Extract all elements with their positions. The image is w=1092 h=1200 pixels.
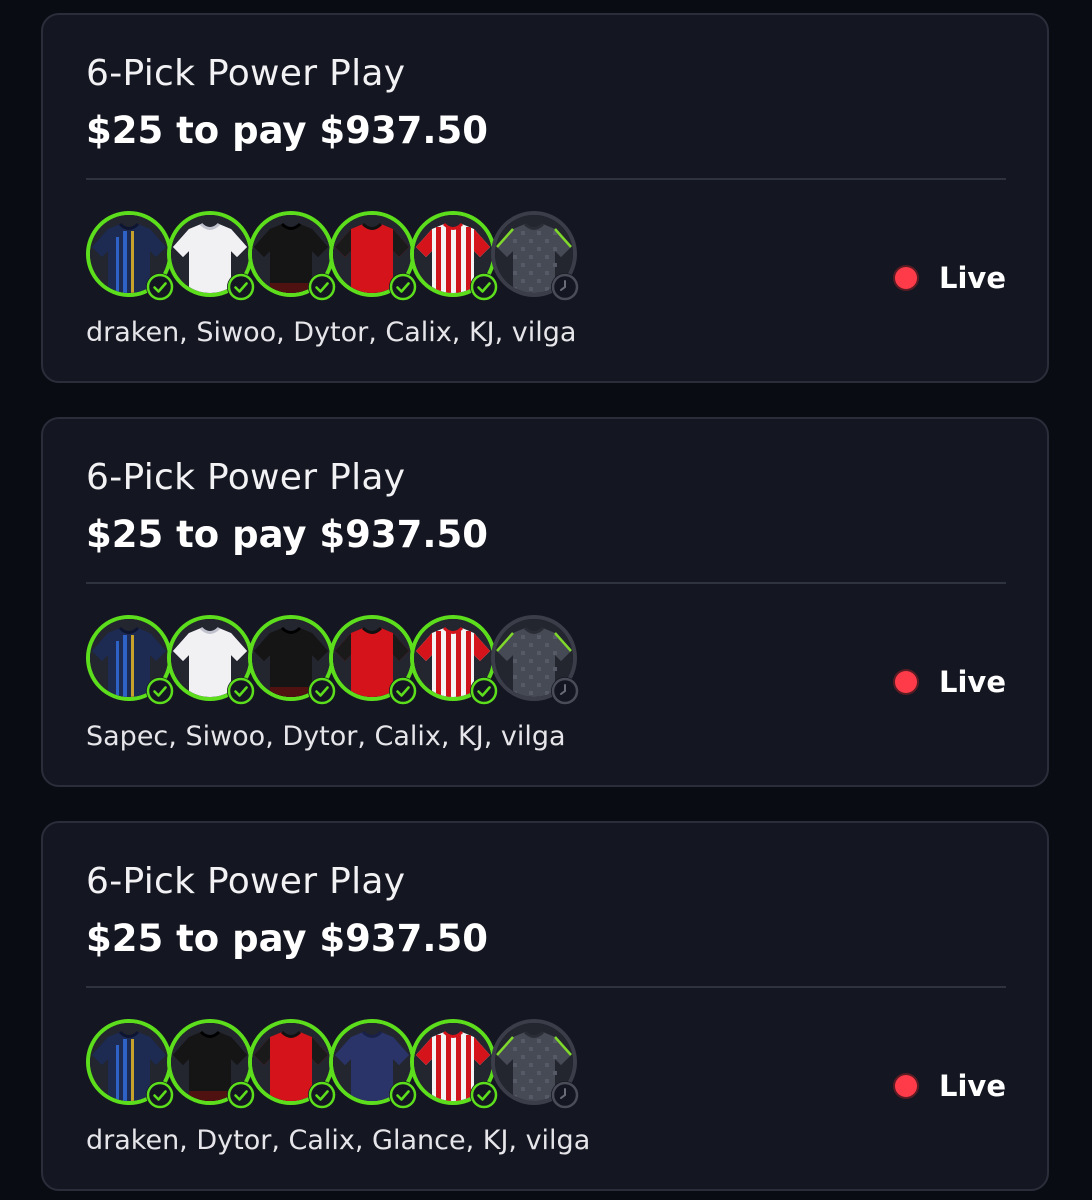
entry-title: 6-Pick Power Play (86, 457, 406, 498)
pick-avatar[interactable] (167, 1019, 255, 1109)
divider (86, 986, 1006, 988)
pick-avatar[interactable] (248, 1019, 336, 1109)
pick-avatar[interactable] (248, 211, 336, 301)
entry-card-1[interactable]: 6-Pick Power Play $25 to pay $937.50 dra… (41, 13, 1049, 383)
status-badge: Live (895, 665, 1006, 699)
pick-avatar[interactable] (491, 1019, 579, 1109)
live-dot-icon (895, 267, 917, 289)
pick-avatars (86, 1019, 586, 1111)
status-badge: Live (895, 261, 1006, 295)
status-label: Live (939, 1069, 1006, 1103)
player-names: Sapec, Siwoo, Dytor, Calix, KJ, vilga (86, 721, 566, 752)
entry-payout: $25 to pay $937.50 (86, 513, 488, 556)
pick-avatars (86, 211, 586, 303)
status-label: Live (939, 665, 1006, 699)
entry-title: 6-Pick Power Play (86, 861, 406, 902)
pick-avatar[interactable] (410, 615, 498, 705)
pick-avatar[interactable] (329, 211, 417, 301)
clock-icon (551, 677, 579, 705)
status-badge: Live (895, 1069, 1006, 1103)
live-dot-icon (895, 1075, 917, 1097)
entry-payout: $25 to pay $937.50 (86, 917, 488, 960)
pick-avatar[interactable] (329, 1019, 417, 1109)
pick-avatar[interactable] (491, 615, 579, 705)
entry-payout: $25 to pay $937.50 (86, 109, 488, 152)
player-names: draken, Siwoo, Dytor, Calix, KJ, vilga (86, 317, 577, 348)
status-label: Live (939, 261, 1006, 295)
divider (86, 178, 1006, 180)
pick-avatar[interactable] (86, 211, 174, 301)
player-names: draken, Dytor, Calix, Glance, KJ, vilga (86, 1125, 591, 1156)
entry-card-3[interactable]: 6-Pick Power Play $25 to pay $937.50 dra… (41, 821, 1049, 1191)
pick-avatar[interactable] (329, 615, 417, 705)
clock-icon (551, 273, 579, 301)
pick-avatar[interactable] (491, 211, 579, 301)
pick-avatar[interactable] (86, 1019, 174, 1109)
entry-card-2[interactable]: 6-Pick Power Play $25 to pay $937.50 Sap… (41, 417, 1049, 787)
divider (86, 582, 1006, 584)
pick-avatars (86, 615, 586, 707)
pick-avatar[interactable] (410, 211, 498, 301)
live-dot-icon (895, 671, 917, 693)
pick-avatar[interactable] (248, 615, 336, 705)
clock-icon (551, 1081, 579, 1109)
pick-avatar[interactable] (410, 1019, 498, 1109)
pick-avatar[interactable] (167, 211, 255, 301)
pick-avatar[interactable] (167, 615, 255, 705)
pick-avatar[interactable] (86, 615, 174, 705)
entry-title: 6-Pick Power Play (86, 53, 406, 94)
